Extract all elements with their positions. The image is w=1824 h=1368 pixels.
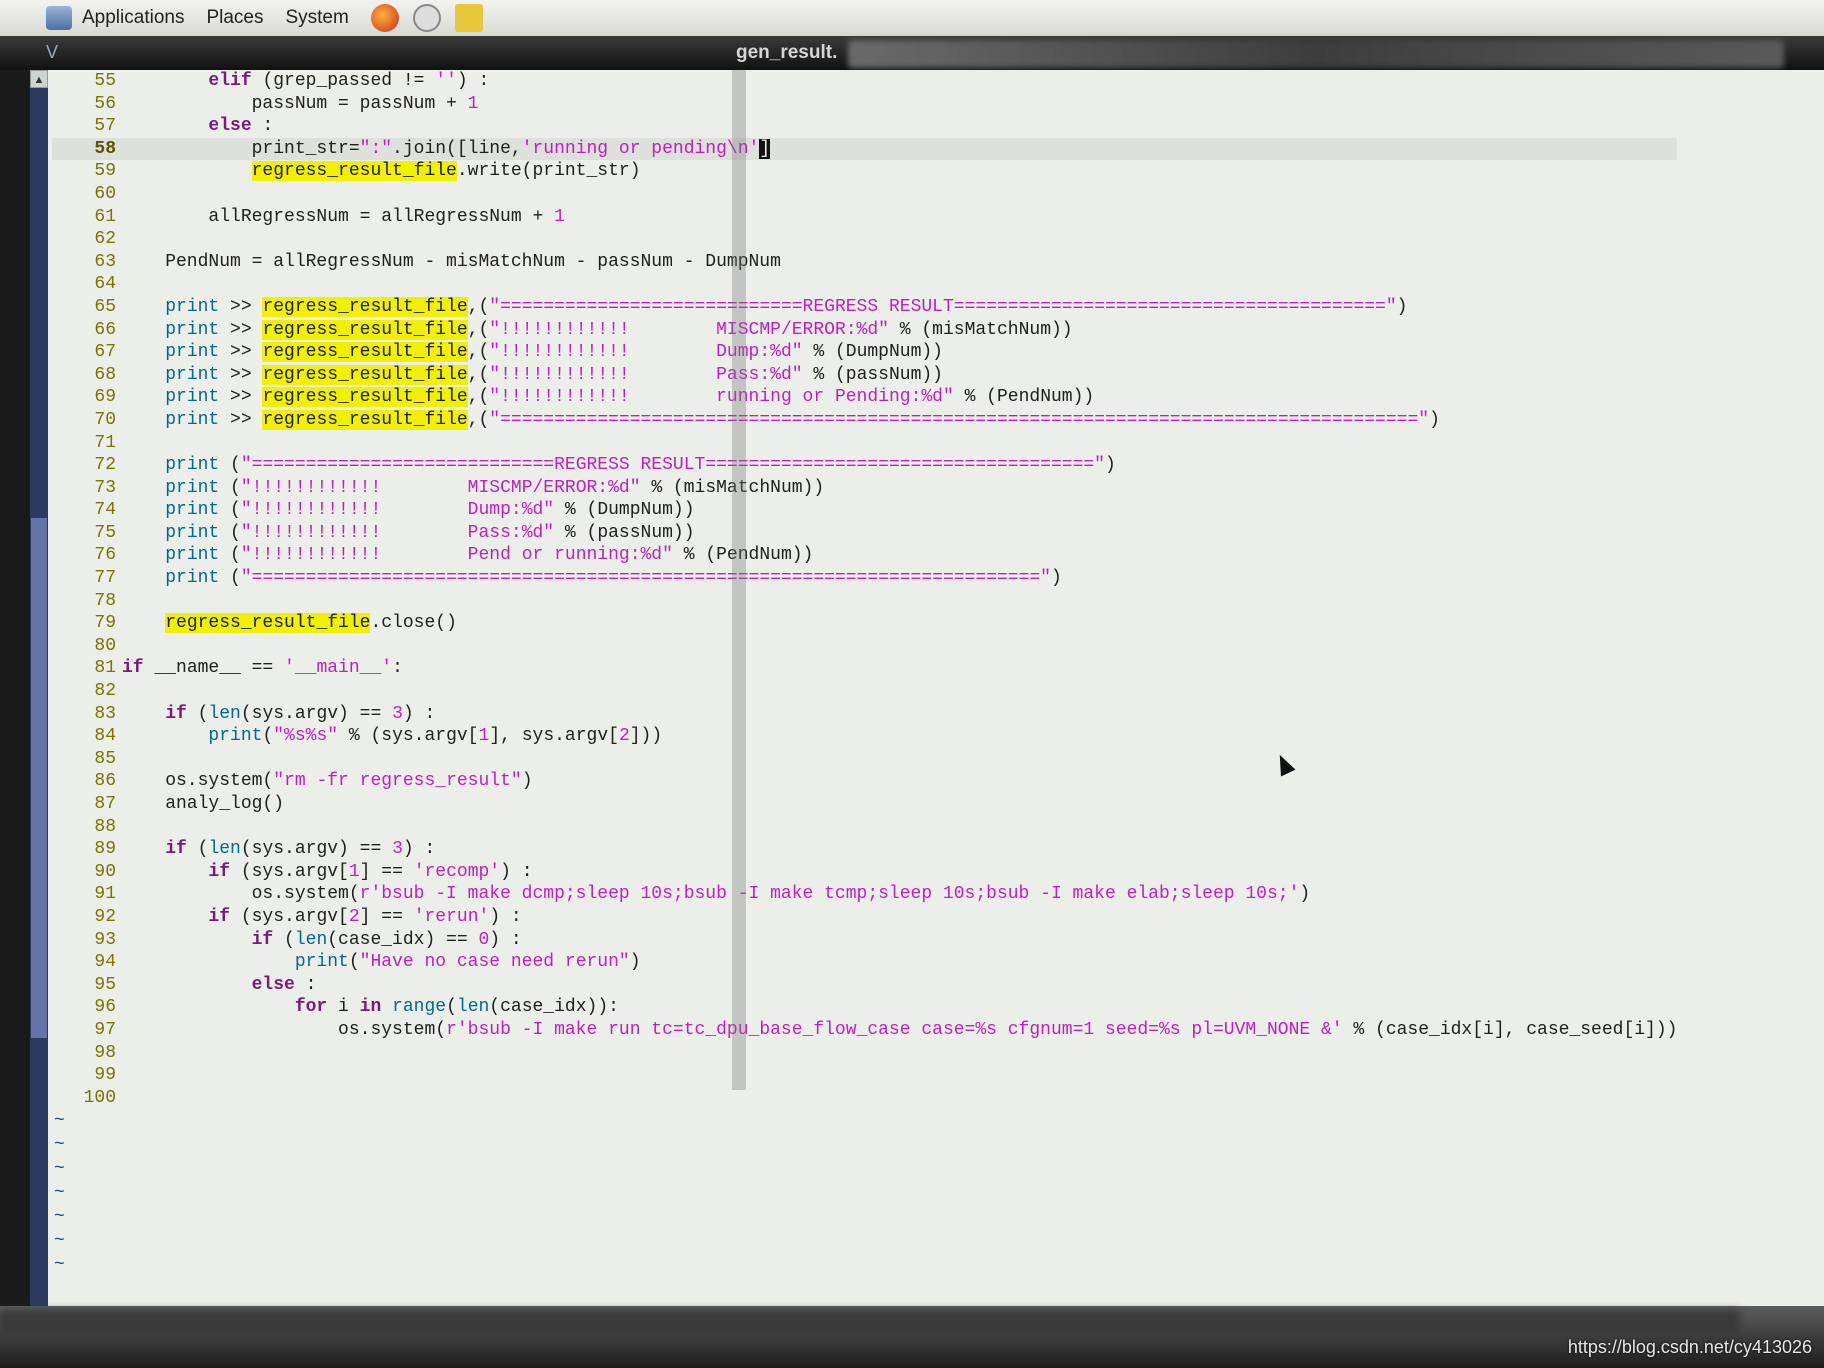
code-line: 77 print ("=============================…: [94, 568, 1062, 589]
code-line: 90 if (sys.argv[1] == 'recomp') :: [94, 861, 533, 882]
redacted-status-area: [0, 1310, 1740, 1336]
scroll-up-arrow-icon[interactable]: ▲: [30, 70, 48, 88]
code-line: 68 print >> regress_result_file,("!!!!!!…: [94, 364, 943, 385]
code-line: 59 regress_result_file.write(print_str): [94, 161, 641, 182]
code-line: 83 if (len(sys.argv) == 3) :: [94, 703, 436, 724]
menu-system[interactable]: System: [285, 7, 348, 29]
code-line: 84 print("%s%s" % (sys.argv[1], sys.argv…: [94, 726, 663, 747]
code-line: 98: [94, 1042, 116, 1063]
code-line: 67 print >> regress_result_file,("!!!!!!…: [94, 342, 943, 363]
code-line: 81 if __name__ == '__main__':: [94, 658, 403, 679]
code-line: 71: [94, 432, 116, 453]
status-bar: https://blog.csdn.net/cy413026: [0, 1306, 1824, 1368]
top-panel: Applications Places System: [0, 0, 1824, 37]
code-line: 55 elif (grep_passed != '') :: [94, 71, 490, 91]
redacted-title-area: [848, 40, 1784, 68]
window-title: gen_result.: [736, 42, 838, 63]
text-cursor: ]: [759, 138, 771, 159]
network-icon[interactable]: [412, 4, 441, 32]
code-line: 56 passNum = passNum + 1: [94, 93, 479, 114]
code-line: 63 PendNum = allRegressNum - misMatchNum…: [94, 251, 781, 272]
code-line: 85: [94, 748, 116, 769]
window-titlebar[interactable]: V gen_result.: [0, 36, 1824, 70]
firefox-icon[interactable]: [370, 4, 399, 32]
code-line: 74 print ("!!!!!!!!!!!! Dump:%d" % (Dump…: [94, 500, 695, 521]
code-line: 80: [94, 635, 116, 656]
gnome-foot-icon[interactable]: [46, 6, 72, 30]
code-line: 93 if (len(case_idx) == 0) :: [94, 929, 522, 950]
code-line: 78: [94, 590, 116, 611]
code-line: 92 if (sys.argv[2] == 'rerun') :: [94, 906, 522, 927]
screen-glare: [732, 70, 746, 1090]
code-line: 97 os.system(r'bsub -I make run tc=tc_dp…: [94, 1019, 1678, 1040]
code-line: 64: [94, 274, 116, 295]
code-line: 87 analy_log(): [94, 794, 285, 814]
code-line: 82: [94, 681, 116, 702]
empty-line-marker: ~: [54, 1231, 65, 1252]
code-line: 62: [94, 229, 116, 250]
scrollbar-thumb[interactable]: [31, 518, 47, 1038]
watermark: https://blog.csdn.net/cy413026: [1567, 1337, 1812, 1357]
code-line: 79 regress_result_file.close(): [94, 613, 457, 634]
empty-line-marker: ~: [54, 1111, 65, 1132]
code-line: 75 print ("!!!!!!!!!!!! Pass:%d" % (pass…: [94, 522, 695, 543]
empty-line-marker: ~: [54, 1207, 65, 1228]
code-line: 65 print >> regress_result_file,("======…: [94, 296, 1408, 317]
text-editor-icon[interactable]: [454, 4, 483, 32]
empty-line-marker: ~: [54, 1159, 65, 1180]
code-line: 72 print ("============================R…: [94, 455, 1116, 476]
code-line: 57 else :: [94, 116, 274, 137]
code-line: 70 print >> regress_result_file,("======…: [94, 409, 1440, 430]
vertical-scrollbar[interactable]: [30, 88, 48, 1306]
menu-applications[interactable]: Applications: [82, 7, 184, 29]
empty-line-marker: ~: [54, 1255, 65, 1276]
empty-line-marker: ~: [54, 1135, 65, 1156]
code-line: 100: [83, 1087, 116, 1108]
code-line: 69 print >> regress_result_file,("!!!!!!…: [94, 387, 1095, 408]
empty-line-marker: ~: [54, 1183, 65, 1204]
code-line: 99: [94, 1065, 116, 1086]
code-line: 76 print ("!!!!!!!!!!!! Pend or running:…: [94, 545, 814, 566]
menu-places[interactable]: Places: [206, 7, 263, 29]
vim-icon: V: [46, 42, 59, 62]
code-area[interactable]: 55 elif (grep_passed != '') : 56 passNum…: [52, 70, 1678, 1277]
code-line: 60: [94, 183, 116, 204]
code-line: 88: [94, 816, 116, 837]
code-line: 95 else :: [94, 974, 317, 995]
code-line: 89 if (len(sys.argv) == 3) :: [94, 839, 436, 860]
code-line: 86 os.system("rm -fr regress_result"): [94, 771, 533, 792]
code-line: 96 for i in range(len(case_idx)):: [94, 997, 619, 1018]
vim-editor[interactable]: ▲ 55 elif (grep_passed != '') : 56 passN…: [30, 70, 1824, 1306]
code-line: 61 allRegressNum = allRegressNum + 1: [94, 206, 565, 227]
code-line: 94 print("Have no case need rerun"): [94, 952, 641, 973]
code-line: 73 print ("!!!!!!!!!!!! MISCMP/ERROR:%d"…: [94, 477, 825, 498]
code-line-current: 58 print_str=":".join([line,'running or …: [52, 137, 1678, 161]
code-line: 66 print >> regress_result_file,("!!!!!!…: [94, 319, 1073, 340]
code-line: 91 os.system(r'bsub -I make dcmp;sleep 1…: [94, 884, 1311, 905]
